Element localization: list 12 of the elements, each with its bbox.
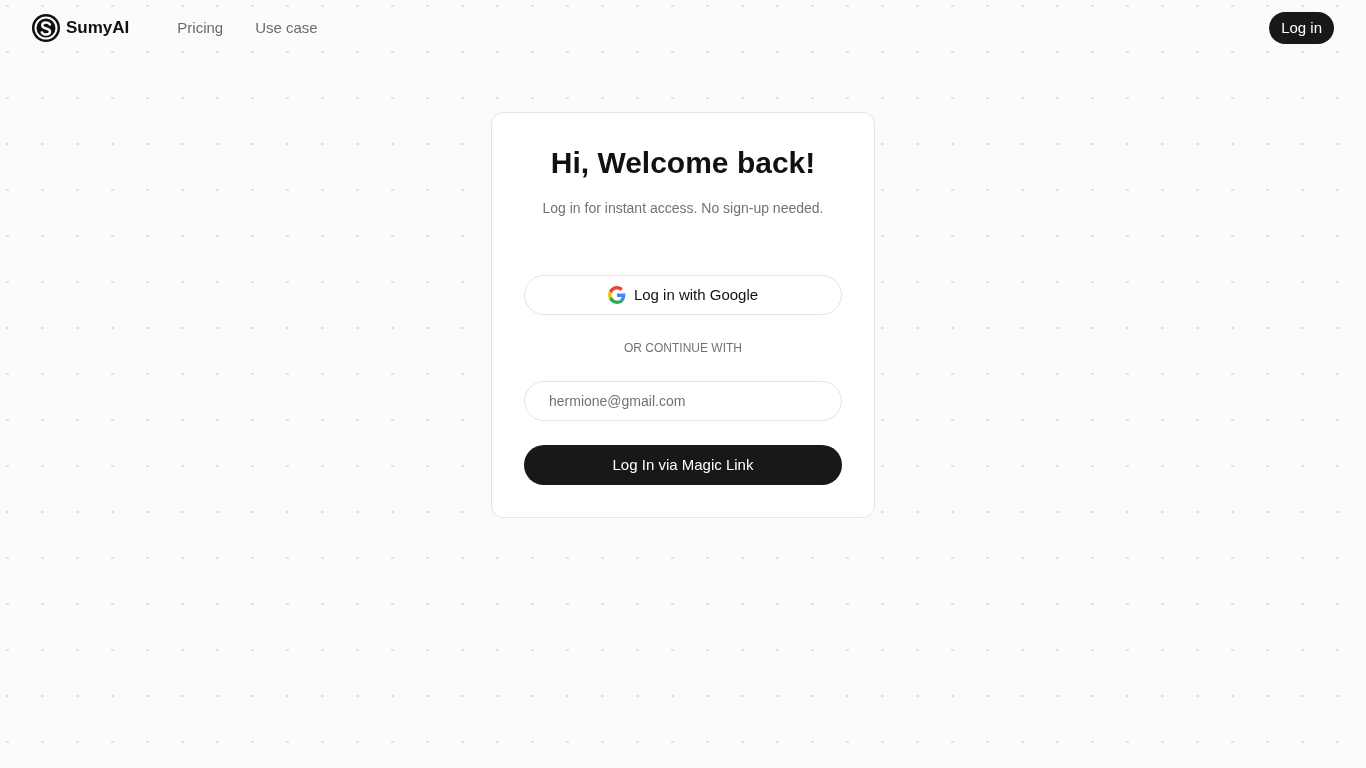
nav-link[interactable]: Pricing — [177, 16, 224, 40]
email-field[interactable]: hermione@gmail.com — [524, 381, 842, 421]
nav-link[interactable]: Use case — [255, 16, 318, 40]
logo-icon — [32, 14, 60, 42]
divider-label: OR CONTINUE WITH — [624, 340, 742, 357]
google-icon — [607, 286, 626, 304]
card-title: Hi, Welcome back! — [550, 145, 816, 181]
magic-link-button[interactable]: Log In via Magic Link — [524, 445, 842, 485]
card-subtitle: Log in for instant access. No sign-up needed. — [542, 199, 824, 218]
brand-name: SumyAI — [66, 17, 130, 40]
login-button[interactable]: Log in — [1269, 12, 1334, 44]
google-login-button[interactable]: Log in with Google — [524, 275, 842, 315]
